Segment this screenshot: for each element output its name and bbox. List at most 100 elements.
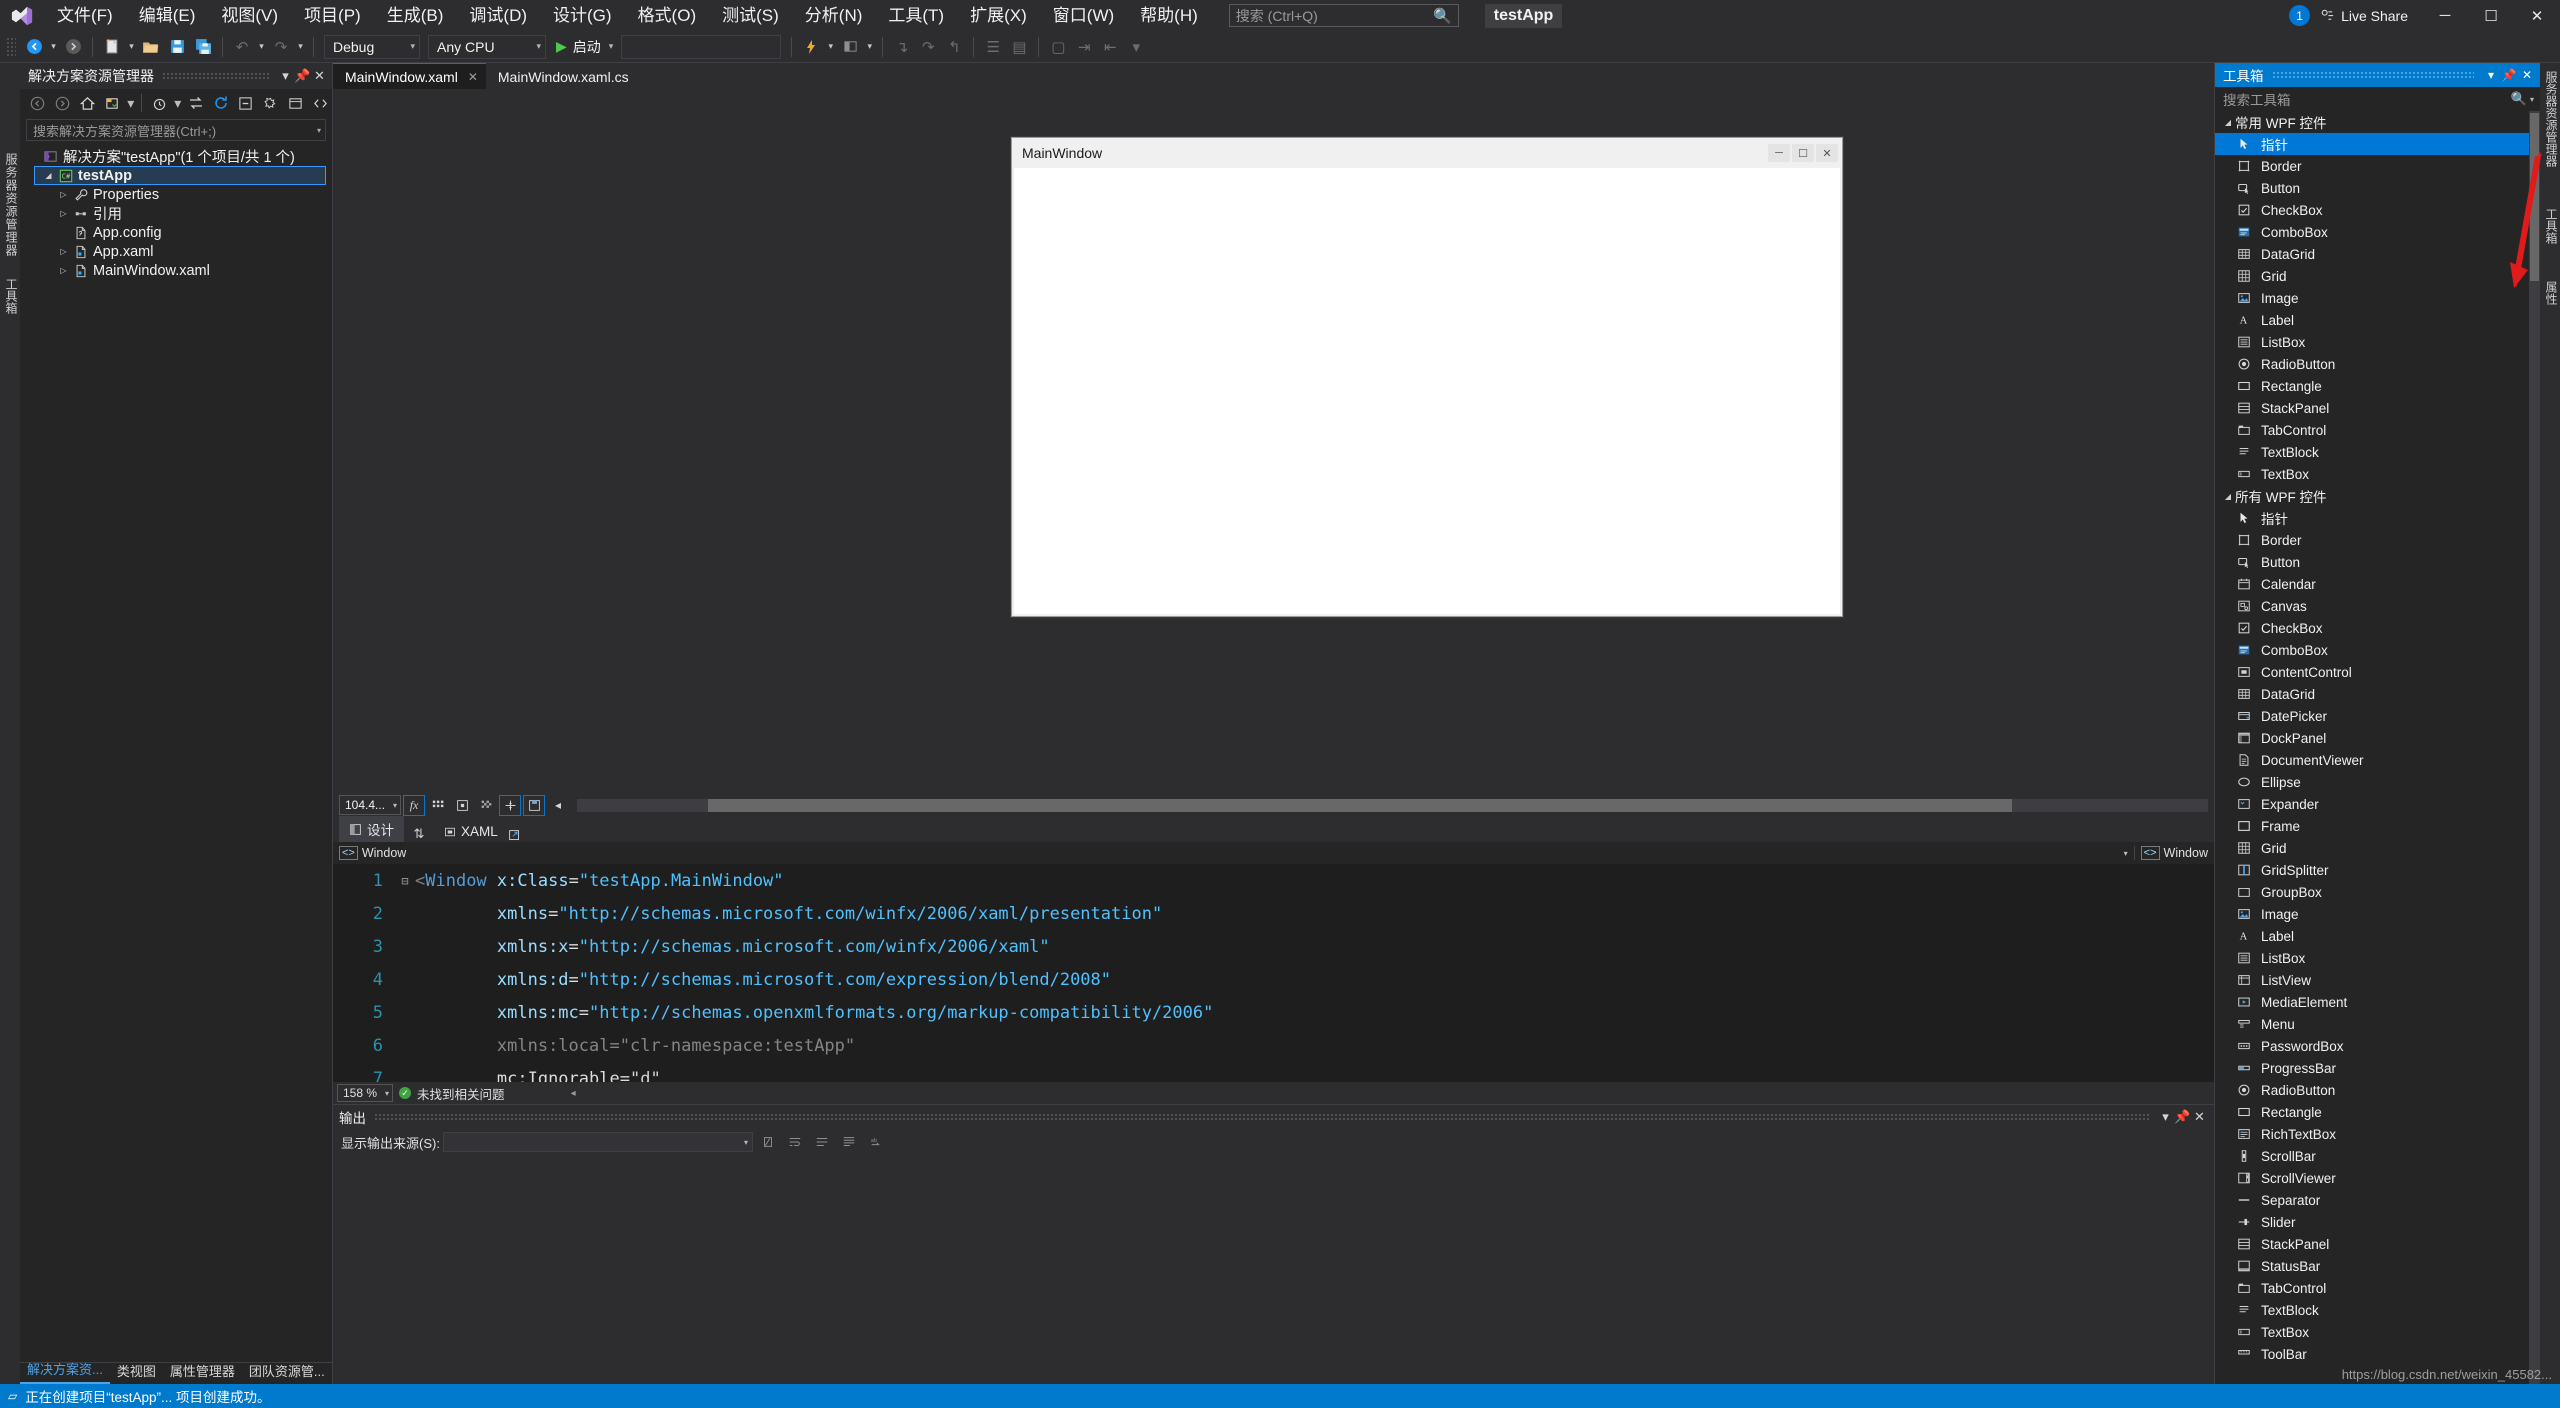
code-line[interactable]: 1 ⊟ <Window x:Class="testApp.MainWindow"	[333, 864, 2214, 897]
toolbox-item-textbox[interactable]: TextBox	[2215, 1321, 2540, 1343]
toolbox-item-listbox[interactable]: ListBox	[2215, 331, 2540, 353]
toolbox-item-passwordbox[interactable]: PasswordBox	[2215, 1035, 2540, 1057]
breadcrumb-left[interactable]: <> Window	[333, 846, 412, 860]
toolbox-scrollbar[interactable]	[2529, 111, 2540, 1384]
layout-caret-icon[interactable]: ▾	[863, 34, 876, 60]
tree-expander[interactable]: ◢	[2221, 492, 2235, 501]
grid-rails-icon[interactable]	[427, 795, 449, 816]
step-over-icon[interactable]: ↷	[915, 34, 941, 60]
toolbox-item-datagrid[interactable]: DataGrid	[2215, 243, 2540, 265]
output-content[interactable]	[333, 1155, 2214, 1384]
toolbox-item--[interactable]: 指针	[2215, 133, 2540, 155]
output-source-select[interactable]: ▾	[442, 1132, 753, 1152]
toolbox-item-slider[interactable]: Slider	[2215, 1211, 2540, 1233]
toolbox-item-mediaelement[interactable]: MediaElement	[2215, 991, 2540, 1013]
hot-reload-caret-icon[interactable]: ▾	[824, 34, 837, 60]
xaml-code-editor[interactable]: 1 ⊟ <Window x:Class="testApp.MainWindow" 2 …	[333, 864, 2214, 1082]
menu-file[interactable]: 文件(F)	[44, 0, 126, 31]
toolbox-item-stackpanel[interactable]: StackPanel	[2215, 397, 2540, 419]
preview-maximize-icon[interactable]: ☐	[1792, 144, 1814, 162]
tab-solution-explorer[interactable]: 解决方案资...	[20, 1356, 110, 1384]
more-toolbar-icon[interactable]: ▾	[1123, 34, 1149, 60]
tree-item-project-testapp[interactable]: ◢ C# testApp	[34, 166, 326, 185]
tab-property-manager[interactable]: 属性管理器	[163, 1358, 242, 1384]
se-pending-caret-icon[interactable]: ▾	[125, 91, 136, 115]
close-icon[interactable]: ✕	[468, 70, 478, 84]
toolbox-item-rectangle[interactable]: Rectangle	[2215, 1101, 2540, 1123]
breadcrumb-caret-icon[interactable]: ▾	[2124, 849, 2134, 858]
new-project-caret-icon[interactable]: ▾	[125, 34, 138, 60]
toolbox-item-grid[interactable]: Grid	[2215, 265, 2540, 287]
toolbox-item--[interactable]: 指针	[2215, 507, 2540, 529]
se-history-icon[interactable]	[147, 91, 171, 115]
preview-minimize-icon[interactable]: ─	[1768, 144, 1790, 162]
rail-server-explorer[interactable]: 服务器资源管理器	[3, 153, 20, 257]
toolbox-item-grid[interactable]: Grid	[2215, 837, 2540, 859]
xaml-designer-surface[interactable]: MainWindow ─ ☐ ✕	[333, 89, 2214, 792]
tree-expander[interactable]: ▷	[56, 190, 71, 199]
code-zoom-select[interactable]: 158 % ▾	[337, 1084, 394, 1102]
toggle-list-icon[interactable]	[837, 1131, 861, 1153]
toolbox-item-frame[interactable]: Frame	[2215, 815, 2540, 837]
toolbox-menu-icon[interactable]: ▾	[2482, 68, 2500, 82]
menu-build[interactable]: 生成(B)	[374, 0, 457, 31]
toolbox-item-calendar[interactable]: Calendar	[2215, 573, 2540, 595]
toolbox-item-ellipse[interactable]: Ellipse	[2215, 771, 2540, 793]
toolbox-item-menu[interactable]: Menu	[2215, 1013, 2540, 1035]
rail-properties-right[interactable]: 属性	[2543, 281, 2560, 305]
minimize-button[interactable]: ─	[2422, 0, 2468, 31]
solution-explorer-search-input[interactable]: 搜索解决方案资源管理器(Ctrl+;) ▾	[26, 119, 326, 141]
fold-marker[interactable]: ⊟	[395, 874, 415, 888]
se-properties-icon[interactable]	[259, 91, 283, 115]
bookmark-icon[interactable]: ▢	[1045, 34, 1071, 60]
rail-toolbox[interactable]: 工具箱	[3, 278, 20, 314]
toolbox-item-progressbar[interactable]: ProgressBar	[2215, 1057, 2540, 1079]
toolbox-item-contentcontrol[interactable]: ContentControl	[2215, 661, 2540, 683]
tab-xaml-view[interactable]: XAML	[434, 821, 508, 842]
solution-explorer-pin-icon[interactable]: 📌	[294, 68, 311, 84]
save-all-icon[interactable]	[190, 34, 216, 60]
se-show-all-files-icon[interactable]	[284, 91, 308, 115]
tree-item-properties[interactable]: ▷ Properties	[20, 185, 332, 204]
toolbox-item-richtextbox[interactable]: RichTextBox	[2215, 1123, 2540, 1145]
save-layout-icon[interactable]	[523, 794, 546, 816]
menu-view[interactable]: 视图(V)	[208, 0, 291, 31]
status-collapse-icon[interactable]: ◂	[571, 1088, 576, 1099]
menu-tools[interactable]: 工具(T)	[875, 0, 957, 31]
snap-to-grid-icon[interactable]	[451, 795, 473, 816]
tree-expander[interactable]: ◢	[2221, 118, 2235, 127]
tree-item-app-xaml[interactable]: ▷ App.xaml	[20, 242, 332, 261]
comment-icon[interactable]: ☰	[980, 34, 1006, 60]
code-line[interactable]: 6 xmlns:local="clr-namespace:testApp"	[333, 1029, 2214, 1062]
se-pending-changes-icon[interactable]	[100, 91, 124, 115]
navigate-back-icon[interactable]	[21, 34, 47, 60]
opacity-icon[interactable]	[475, 795, 497, 816]
se-back-icon[interactable]	[26, 91, 50, 115]
toolbar-grip[interactable]	[6, 36, 16, 57]
toolbox-search-input[interactable]: 搜索工具箱 🔍 ▾	[2215, 87, 2540, 111]
code-line[interactable]: 4 xmlns:d="http://schemas.microsoft.com/…	[333, 963, 2214, 996]
output-close-icon[interactable]: ✕	[2191, 1109, 2208, 1125]
align-icon[interactable]	[499, 794, 522, 816]
se-forward-icon[interactable]	[51, 91, 75, 115]
toolbox-item-groupbox[interactable]: GroupBox	[2215, 881, 2540, 903]
new-project-icon[interactable]	[99, 34, 125, 60]
toolbox-item-radiobutton[interactable]: RadioButton	[2215, 1079, 2540, 1101]
extra-toolbar-combo[interactable]	[621, 34, 782, 59]
toolbox-item-canvas[interactable]: Canvas	[2215, 595, 2540, 617]
toolbox-item-checkbox[interactable]: CheckBox	[2215, 617, 2540, 639]
preview-close-icon[interactable]: ✕	[1816, 144, 1838, 162]
tab-design-view[interactable]: 设计	[339, 816, 404, 842]
undo-icon[interactable]: ↶	[229, 34, 255, 60]
outdent-icon[interactable]: ⇤	[1097, 34, 1123, 60]
tree-item-solution[interactable]: 解决方案"testApp"(1 个项目/共 1 个)	[20, 147, 332, 166]
code-line[interactable]: 5 xmlns:mc="http://schemas.openxmlformat…	[333, 996, 2214, 1029]
platform-select[interactable]: Any CPU ▾	[428, 34, 546, 59]
rail-server-explorer-right[interactable]: 服务器资源管理器	[2543, 71, 2560, 167]
toolbox-item-radiobutton[interactable]: RadioButton	[2215, 353, 2540, 375]
layout-icon[interactable]	[837, 34, 863, 60]
toolbox-item-combobox[interactable]: ComboBox	[2215, 221, 2540, 243]
start-debug-button[interactable]: ▶ 启动 ▾	[550, 34, 617, 60]
toolbox-item-dockpanel[interactable]: DockPanel	[2215, 727, 2540, 749]
build-configuration-select[interactable]: Debug ▾	[324, 34, 420, 59]
